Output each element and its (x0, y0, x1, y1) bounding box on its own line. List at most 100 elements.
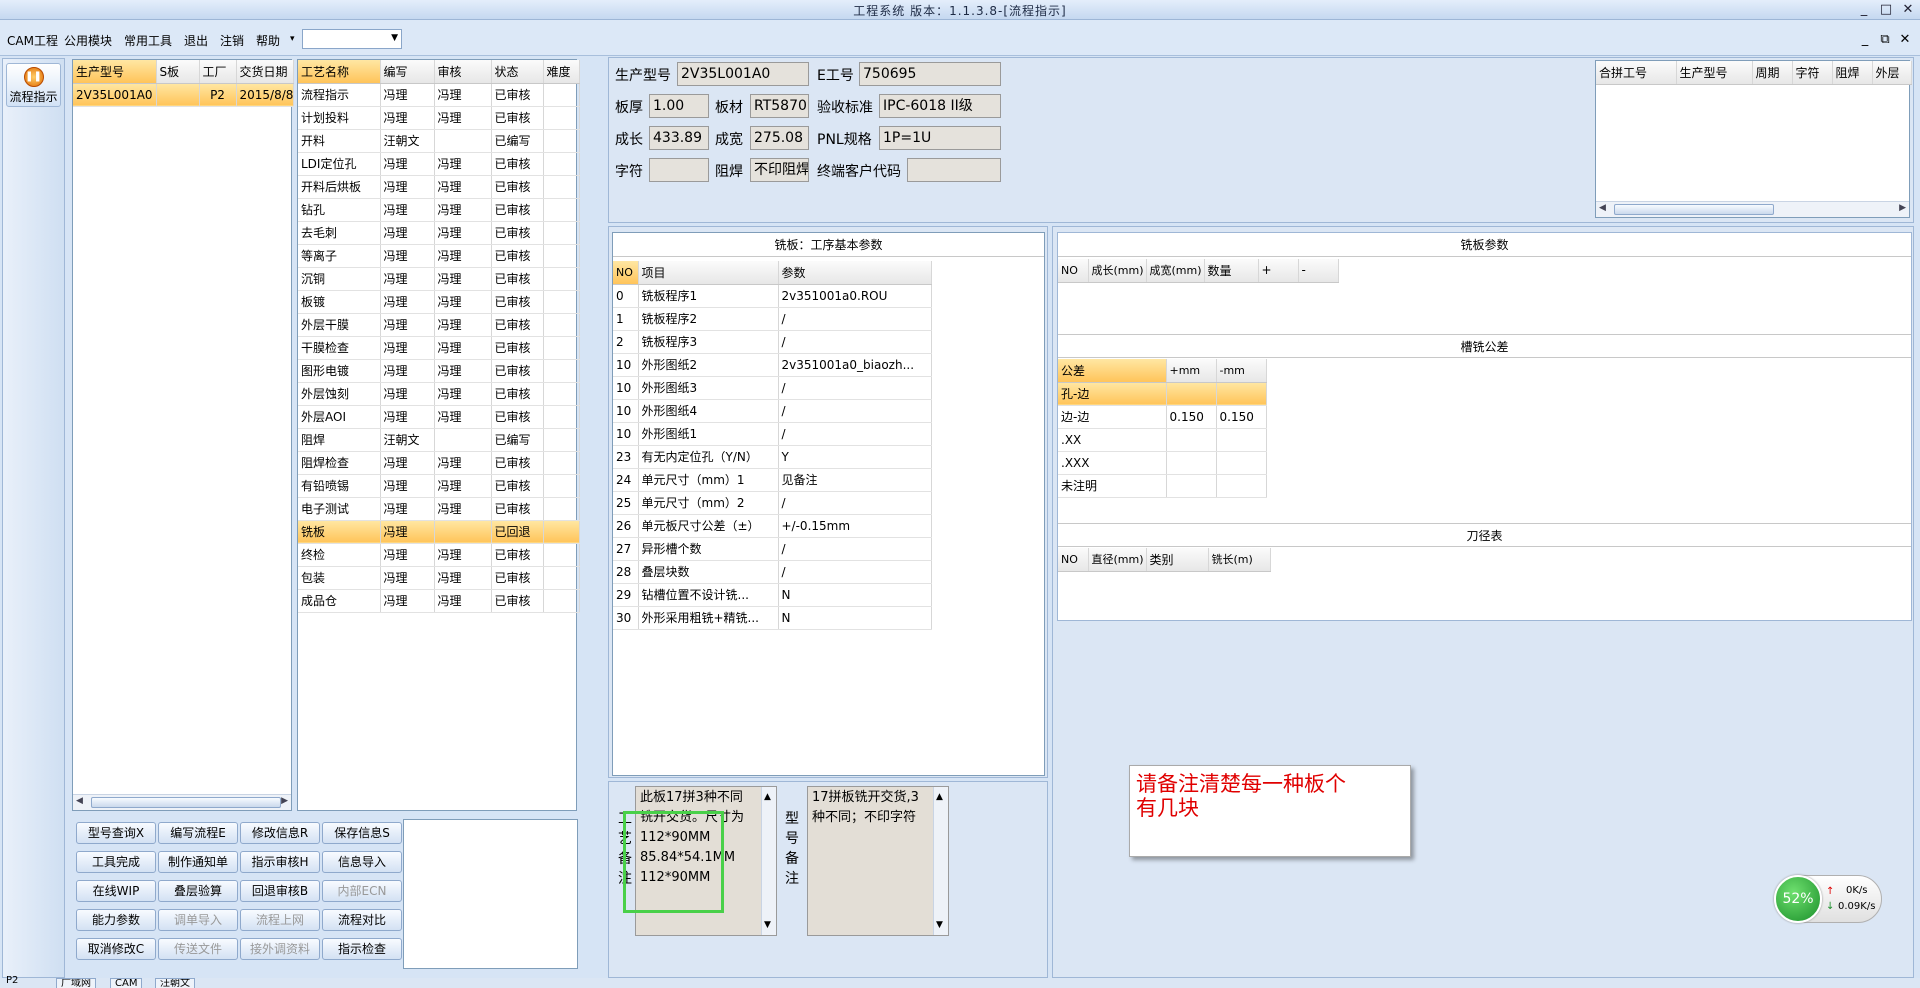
process-row[interactable]: 外层AOI 冯理 冯理 已审核 (298, 405, 580, 429)
menu-public-module[interactable]: 公用模块 (64, 32, 112, 49)
panel-params-header[interactable]: 成长(mm) (1088, 259, 1147, 283)
action-button[interactable]: 指示检查 (322, 938, 402, 960)
status-network[interactable]: 广域网 (56, 978, 96, 988)
tool-header[interactable]: NO (1058, 548, 1089, 572)
tolerance-header[interactable]: -mm (1216, 359, 1267, 383)
action-button[interactable]: 传送文件 (158, 938, 238, 960)
process-row[interactable]: 计划投料 冯理 冯理 已审核 (298, 106, 580, 130)
milling-header-param[interactable]: 参数 (778, 261, 932, 285)
scroll-up-icon[interactable]: ▲ (764, 787, 771, 807)
milling-row[interactable]: 28 叠层块数 / (613, 560, 932, 584)
merge-hscroll[interactable]: ◀ ▶ (1596, 201, 1909, 217)
tolerance-row[interactable]: .XXX (1058, 451, 1267, 475)
process-row[interactable]: 成品仓 冯理 冯理 已审核 (298, 589, 580, 613)
milling-row[interactable]: 25 单元尺寸（mm）2/ (613, 491, 932, 515)
process-row[interactable]: 终检 冯理 冯理 已审核 (298, 543, 580, 567)
field-pnl[interactable]: 1P=1U (879, 126, 1001, 150)
model-remark-vscroll[interactable]: ▲ ▼ (933, 787, 948, 935)
milling-row[interactable]: 0 铣板程序1 2v351001a0.ROU (613, 284, 932, 308)
mdi-restore-button[interactable]: ⧉ (1876, 32, 1894, 47)
field-customer[interactable] (907, 158, 1001, 182)
menu-cam[interactable]: CAM工程 (7, 32, 58, 49)
action-button[interactable]: 流程对比 (322, 909, 402, 931)
milling-row[interactable]: 29 钻槽位置不设计铣... N (613, 583, 932, 607)
mdi-close-button[interactable]: ✕ (1896, 32, 1914, 47)
action-button[interactable]: 取消修改C (76, 938, 156, 960)
nav-flow-button[interactable]: ❚❚ 流程指示 (6, 63, 61, 107)
field-text[interactable] (649, 158, 709, 182)
part-header-model[interactable]: 生产型号 (73, 60, 157, 84)
process-header-reviewer[interactable]: 审核 (434, 60, 492, 84)
merge-header[interactable]: 阻焊 (1832, 61, 1873, 85)
merge-header[interactable]: 周期 (1752, 61, 1793, 85)
merge-header[interactable]: 生产型号 (1676, 61, 1753, 85)
scroll-right-icon[interactable]: ▶ (1899, 203, 1906, 213)
process-row[interactable]: 电子测试 冯理 冯理 已审核 (298, 497, 580, 521)
milling-row[interactable]: 24 单元尺寸（mm）1 见备注 (613, 468, 932, 492)
action-button[interactable]: 信息导入 (322, 851, 402, 873)
process-header-status[interactable]: 状态 (491, 60, 544, 84)
process-row[interactable]: 开料后烘板 冯理 冯理 已审核 (298, 175, 580, 199)
scroll-thumb[interactable] (1614, 204, 1774, 215)
network-monitor[interactable]: 52% ↑ 0K/s ↓ 0.09K/s (1774, 875, 1882, 923)
process-row[interactable]: LDI定位孔 冯理 冯理 已审核 (298, 152, 580, 176)
milling-row[interactable]: 1 铣板程序2/ (613, 307, 932, 331)
part-header-factory[interactable]: 工厂 (199, 60, 237, 84)
action-button[interactable]: 调单导入 (158, 909, 238, 931)
menu-common-tools[interactable]: 常用工具 (124, 32, 172, 49)
scroll-down-icon[interactable]: ▼ (764, 915, 771, 935)
scroll-down-icon[interactable]: ▼ (936, 915, 943, 935)
field-thickness[interactable]: 1.00 (649, 94, 709, 118)
tolerance-row[interactable]: 孔-边 (1058, 382, 1267, 406)
milling-row[interactable]: 23 有无内定位孔（Y/N） Y (613, 445, 932, 469)
process-row[interactable]: 沉铜 冯理 冯理 已审核 (298, 267, 580, 291)
tolerance-row[interactable]: 未注明 (1058, 474, 1267, 498)
close-button[interactable]: ✕ (1898, 1, 1918, 19)
process-row[interactable]: 外层蚀刻 冯理 冯理 已审核 (298, 382, 580, 406)
tolerance-header[interactable]: 公差 (1058, 359, 1167, 383)
status-user[interactable]: 汪朝文 (155, 978, 195, 988)
action-button[interactable]: 内部ECN (322, 880, 402, 902)
process-row[interactable]: 去毛刺 冯理 冯理 已审核 (298, 221, 580, 245)
field-prod-model[interactable]: 2V35L001A0 (677, 62, 809, 86)
tool-header[interactable]: 直径(mm) (1088, 548, 1147, 572)
field-mask[interactable]: 不印阻焊 (750, 158, 809, 182)
process-row[interactable]: 有铅喷锡 冯理 冯理 已审核 (298, 474, 580, 498)
part-header-date[interactable]: 交货日期 (236, 60, 294, 84)
process-row[interactable]: 阻焊检查 冯理 冯理 已审核 (298, 451, 580, 475)
action-button[interactable]: 型号查询X (76, 822, 156, 844)
scroll-right-icon[interactable]: ▶ (281, 796, 288, 806)
field-standard[interactable]: IPC-6018 II级 (879, 94, 1001, 118)
tolerance-row[interactable]: 边-边 0.150 0.150 (1058, 405, 1267, 429)
process-header-difficulty[interactable]: 难度 (543, 60, 580, 84)
process-row[interactable]: 板镀 冯理 冯理 已审核 (298, 290, 580, 314)
milling-row[interactable]: 26 单元板尺寸公差（±） +/-0.15mm (613, 514, 932, 538)
process-row[interactable]: 外层干膜 冯理 冯理 已审核 (298, 313, 580, 337)
scroll-left-icon[interactable]: ◀ (76, 796, 83, 806)
tool-header[interactable]: 类别 (1146, 548, 1209, 572)
menu-help[interactable]: 帮助 (256, 32, 280, 49)
milling-header-no[interactable]: NO (613, 261, 639, 285)
action-button[interactable]: 修改信息R (240, 822, 320, 844)
panel-params-header[interactable]: + (1258, 259, 1299, 283)
status-cam[interactable]: CAM (110, 978, 143, 988)
process-header-author[interactable]: 编写 (380, 60, 435, 84)
part-header-s[interactable]: S板 (156, 60, 200, 84)
tool-header[interactable]: 铣长(m) (1208, 548, 1271, 572)
milling-row[interactable]: 10 外形图纸4/ (613, 399, 932, 423)
process-row[interactable]: 钻孔 冯理 冯理 已审核 (298, 198, 580, 222)
action-button[interactable]: 在线WIP (76, 880, 156, 902)
action-button[interactable]: 编写流程E (158, 822, 238, 844)
milling-row[interactable]: 10 外形图纸3/ (613, 376, 932, 400)
milling-header-item[interactable]: 项目 (638, 261, 779, 285)
action-button[interactable]: 保存信息S (322, 822, 402, 844)
toolbar-overflow-icon[interactable]: ▾ (290, 34, 295, 44)
process-header-name[interactable]: 工艺名称 (298, 60, 381, 84)
merge-header[interactable]: 字符 (1792, 61, 1833, 85)
panel-params-header[interactable]: - (1298, 259, 1339, 283)
scroll-thumb[interactable] (91, 797, 281, 808)
toolbar-combo[interactable]: ▼ (302, 29, 402, 49)
merge-header[interactable]: 外层 (1872, 61, 1912, 85)
tolerance-row[interactable]: .XX (1058, 428, 1267, 452)
action-button[interactable]: 工具完成 (76, 851, 156, 873)
